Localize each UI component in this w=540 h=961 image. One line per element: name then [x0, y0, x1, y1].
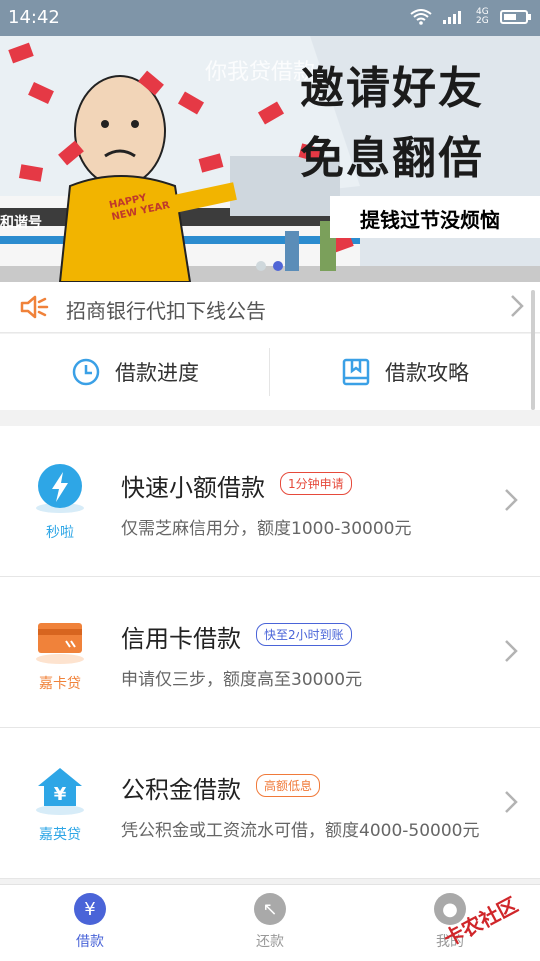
- tab-label: 借款: [76, 934, 104, 950]
- announcement-bar[interactable]: 招商银行代扣下线公告: [0, 282, 540, 333]
- book-icon: [342, 358, 370, 386]
- banner-strip: 提钱过节没烦恼: [330, 196, 540, 238]
- banner-headline-line2: 免息翻倍: [300, 133, 484, 184]
- product-card-housing-fund-loan[interactable]: ¥ 嘉英贷 公积金借款 高额低息 凭公积金或工资流水可借，额度4000-5000…: [0, 728, 540, 879]
- product-desc: 申请仅三步，额度高至30000元: [121, 670, 363, 690]
- svg-text:¥: ¥: [54, 784, 67, 805]
- house-yuan-icon: ¥: [36, 768, 84, 815]
- status-bar: 14:42 4G 2G: [0, 0, 540, 36]
- chevron-right-icon: [505, 791, 518, 813]
- tab-label: 还款: [256, 934, 284, 950]
- battery-icon: [500, 10, 531, 24]
- announcement-text: 招商银行代扣下线公告: [66, 299, 266, 323]
- tab-borrow[interactable]: ¥ 借款: [30, 893, 150, 951]
- lightning-icon: [36, 464, 84, 513]
- product-tag: 快至2小时到账: [256, 623, 352, 646]
- banner-dot-active[interactable]: [273, 261, 283, 271]
- status-time: 14:42: [8, 7, 60, 28]
- status-icons: 4G 2G: [410, 8, 532, 26]
- banner-dot[interactable]: [256, 261, 266, 271]
- product-card-credit-card-loan[interactable]: 嘉卡贷 信用卡借款 快至2小时到账 申请仅三步，额度高至30000元: [0, 577, 540, 728]
- clock-icon: [72, 358, 100, 386]
- banner-pagination: [256, 261, 283, 271]
- banner-station-sign: 和谐号: [0, 215, 42, 231]
- chevron-right-icon: [511, 295, 524, 317]
- banner-headline: 邀请好友 免息翻倍: [300, 52, 484, 186]
- signal-icon: [443, 11, 461, 24]
- loan-guide-button[interactable]: 借款攻略: [270, 334, 540, 410]
- product-title: 快速小额借款: [121, 474, 265, 502]
- product-title: 公积金借款: [121, 776, 241, 804]
- scrollbar[interactable]: [531, 290, 535, 410]
- banner-overlay-title: 你我贷借款: [205, 60, 316, 85]
- yuan-icon: ¥: [74, 893, 106, 925]
- chevron-right-icon: [505, 640, 518, 662]
- product-tag: 1分钟申请: [280, 472, 352, 495]
- product-icon-label: 嘉英贷: [39, 827, 81, 843]
- product-icon-label: 嘉卡贷: [39, 676, 81, 692]
- product-desc: 仅需芝麻信用分，额度1000-30000元: [121, 519, 412, 539]
- loan-progress-label: 借款进度: [115, 361, 199, 385]
- product-icon-label: 秒啦: [46, 525, 74, 541]
- promo-banner[interactable]: 你我贷借款 和谐号 HAPPY NEW YEAR 邀请好友 免息翻倍 提钱过节没…: [0, 36, 540, 282]
- speaker-icon: [20, 295, 49, 319]
- return-arrow-icon: ↖: [254, 893, 286, 925]
- network-type: 4G 2G: [476, 7, 489, 26]
- product-tag: 高额低息: [256, 774, 321, 797]
- product-desc: 凭公积金或工资流水可借，额度4000-50000元: [121, 821, 480, 841]
- chevron-right-icon: [505, 489, 518, 511]
- wifi-icon: [410, 9, 432, 25]
- loan-guide-label: 借款攻略: [385, 361, 469, 385]
- product-title: 信用卡借款: [121, 625, 241, 653]
- loan-progress-button[interactable]: 借款进度: [0, 334, 270, 410]
- quick-actions: 借款进度 借款攻略: [0, 334, 540, 410]
- banner-headline-line1: 邀请好友: [300, 63, 484, 114]
- credit-card-icon: [36, 623, 84, 664]
- tab-repay[interactable]: ↖ 还款: [210, 893, 330, 951]
- product-card-quick-loan[interactable]: 秒啦 快速小额借款 1分钟申请 仅需芝麻信用分，额度1000-30000元: [0, 426, 540, 577]
- banner-strip-text: 提钱过节没烦恼: [360, 208, 500, 232]
